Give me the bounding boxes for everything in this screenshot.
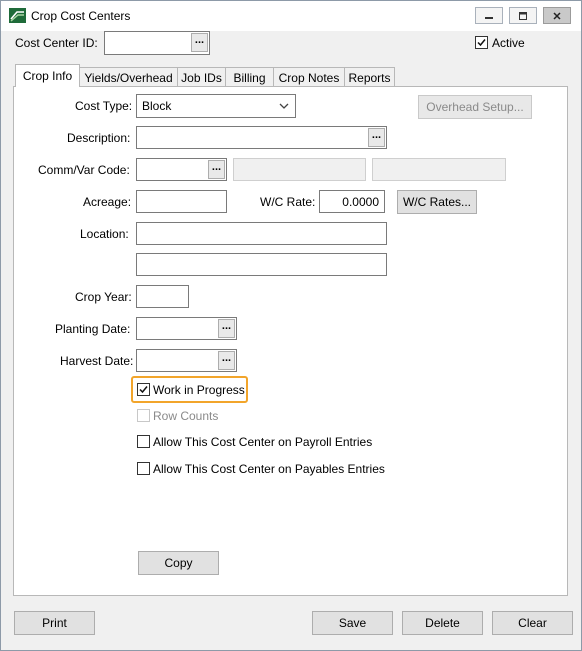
tab-crop-notes[interactable]: Crop Notes [273,67,345,87]
tab-label: Yields/Overhead [84,70,173,85]
cost-type-label: Cost Type: [75,99,133,113]
maximize-button[interactable] [509,7,537,24]
delete-button[interactable]: Delete [402,611,483,635]
tab-reports[interactable]: Reports [344,67,395,87]
checkmark-icon [139,386,148,394]
minimize-button[interactable] [475,7,503,24]
app-logo-icon [9,8,26,23]
tab-label: Crop Info [22,69,73,83]
checkmark-icon [477,39,486,47]
chevron-down-icon [279,103,289,109]
active-label: Active [492,36,525,50]
wc-rates-button[interactable]: W/C Rates... [397,190,477,214]
comm-var-code-input[interactable]: ... [136,158,227,181]
wc-rate-input[interactable]: 0.0000 [319,190,385,213]
description-input[interactable]: ... [136,126,387,149]
tab-label: Job IDs [181,70,222,85]
minimize-icon [485,16,493,19]
location-label: Location: [80,227,129,241]
cost-center-lookup-button[interactable]: ... [191,33,208,52]
crop-year-label: Crop Year: [75,290,132,304]
tab-yields-overhead[interactable]: Yields/Overhead [79,67,178,87]
planting-date-picker-button[interactable]: ... [218,319,235,338]
tab-label: Crop Notes [278,70,340,85]
harvest-date-label: Harvest Date: [60,354,134,368]
tab-crop-info[interactable]: Crop Info [15,64,80,87]
work-in-progress-label: Work in Progress [153,383,245,397]
window-title: Crop Cost Centers [31,9,131,23]
tab-label: Reports [348,70,391,85]
active-checkbox[interactable] [475,36,488,49]
crop-cost-centers-window: Crop Cost Centers Cost Center ID: ... Ac [0,0,582,651]
clear-button[interactable]: Clear [492,611,573,635]
comm-var-code-label: Comm/Var Code: [38,163,130,177]
cost-center-id-label: Cost Center ID: [15,36,98,50]
location-line1-input[interactable] [136,222,387,245]
tab-job-ids[interactable]: Job IDs [177,67,226,87]
comm-var-lookup-button[interactable]: ... [208,160,225,179]
wc-rate-label: W/C Rate: [260,195,316,209]
row-counts-label: Row Counts [153,409,219,423]
acreage-label: Acreage: [83,195,132,209]
planting-date-label: Planting Date: [55,322,131,336]
description-lookup-button[interactable]: ... [368,128,385,147]
row-counts-checkbox[interactable] [137,409,150,422]
allow-payroll-label: Allow This Cost Center on Payroll Entrie… [153,435,373,449]
print-button[interactable]: Print [14,611,95,635]
cost-type-select[interactable]: Block [136,94,296,118]
tab-billing[interactable]: Billing [225,67,274,87]
crop-year-input[interactable] [136,285,189,308]
close-icon [553,11,561,20]
harvest-date-input[interactable]: ... [136,349,237,372]
restore-icon [519,11,527,20]
harvest-date-picker-button[interactable]: ... [218,351,235,370]
save-button[interactable]: Save [312,611,393,635]
location-line2-input[interactable] [136,253,387,276]
close-button[interactable] [543,7,571,24]
comm-var-desc-readonly [233,158,366,181]
overhead-setup-button[interactable]: Overhead Setup... [418,95,532,119]
copy-button[interactable]: Copy [138,551,219,575]
tab-label: Billing [233,70,266,85]
cost-center-id-input[interactable]: ... [104,31,210,55]
cost-type-value: Block [142,99,172,113]
work-in-progress-checkbox[interactable] [137,383,150,396]
planting-date-input[interactable]: ... [136,317,237,340]
allow-payables-checkbox[interactable] [137,462,150,475]
comm-var-extra-readonly [372,158,506,181]
allow-payables-label: Allow This Cost Center on Payables Entri… [153,462,385,476]
description-label: Description: [67,131,131,145]
acreage-input[interactable] [136,190,227,213]
wc-rate-value: 0.0000 [342,195,379,209]
title-bar: Crop Cost Centers [1,1,581,31]
allow-payroll-checkbox[interactable] [137,435,150,448]
